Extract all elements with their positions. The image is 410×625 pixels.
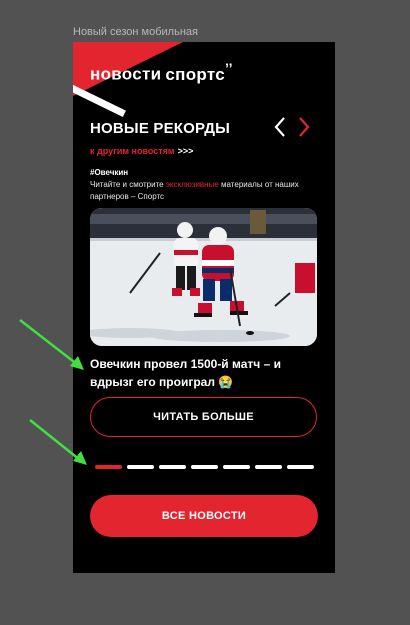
pager-dash[interactable] <box>223 465 250 469</box>
chevron-left-icon[interactable] <box>273 116 287 138</box>
mobile-frame: новости спортс’’ НОВЫЕ РЕКОРДЫ к другим н… <box>73 42 335 573</box>
desc-highlight: эксклюзивные <box>165 180 219 189</box>
hockey-photo <box>90 208 317 346</box>
pager-dash[interactable] <box>191 465 218 469</box>
article-headline[interactable]: Овечкин провел 1500-й матч – и вдрызг ег… <box>90 355 325 391</box>
pager-dash[interactable] <box>287 465 314 469</box>
frame-label: Новый сезон мобильная <box>73 26 198 38</box>
logo-main: новости <box>90 64 162 84</box>
pager-dash[interactable] <box>255 465 282 469</box>
article-photo[interactable] <box>90 208 317 346</box>
pager-dash-active[interactable] <box>95 465 122 469</box>
chevron-right-icon[interactable] <box>297 116 311 138</box>
read-more-button[interactable]: ЧИТАТЬ БОЛЬШЕ <box>90 397 317 437</box>
logo-sub: спортс <box>165 64 225 84</box>
more-news-label: к другим новостям <box>90 146 175 156</box>
logo-mark: ’’ <box>225 60 233 76</box>
pager-dash[interactable] <box>159 465 186 469</box>
article-description: Читайте и смотрите эксклюзивные материал… <box>90 179 315 203</box>
more-news-arrows: >>> <box>177 146 194 156</box>
slider-pagination <box>95 465 314 469</box>
pager-dash[interactable] <box>127 465 154 469</box>
more-news-link[interactable]: к другим новостям >>> <box>90 146 193 156</box>
section-title: НОВЫЕ РЕКОРДЫ <box>90 120 231 137</box>
slider-nav <box>273 116 311 138</box>
article-hashtag[interactable]: #Овечкин <box>90 168 128 177</box>
desc-before: Читайте и смотрите <box>90 180 164 189</box>
logo[interactable]: новости спортс’’ <box>90 60 233 85</box>
all-news-button[interactable]: ВСЕ НОВОСТИ <box>90 495 318 537</box>
